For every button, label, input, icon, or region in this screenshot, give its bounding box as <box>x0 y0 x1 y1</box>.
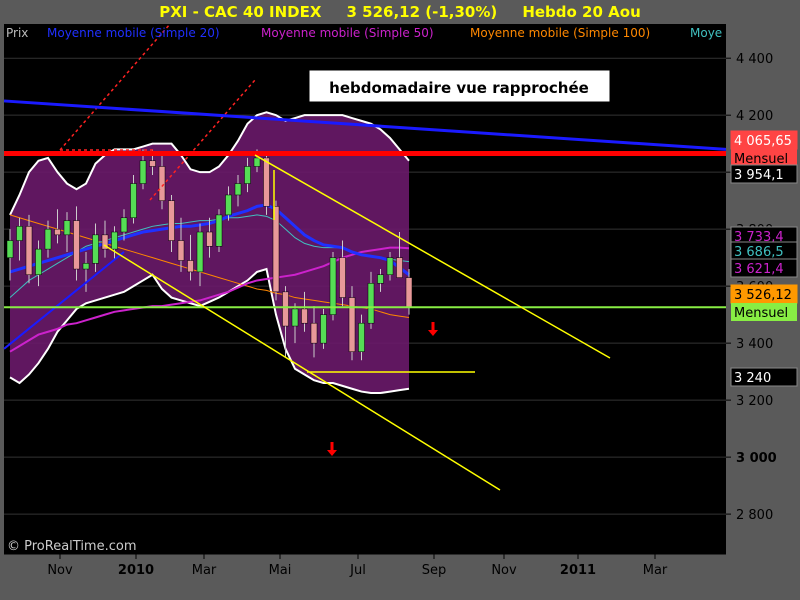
price-box-label-5: 3 526,12 <box>734 288 792 303</box>
candle-body-25 <box>244 166 251 184</box>
candle-body-30 <box>291 308 299 327</box>
candle-body-6 <box>63 220 71 236</box>
candle-body-1 <box>16 226 23 241</box>
y-tick-label-4200: 4 200 <box>736 109 773 124</box>
candle-body-35 <box>339 257 346 298</box>
legend-ma100: Moyenne mobile (Simple 100) <box>470 26 650 40</box>
candle-33 <box>320 308 327 349</box>
candle-body-4 <box>44 228 52 250</box>
price-box-label-3: 3 686,5 <box>734 245 784 260</box>
candle-body-11 <box>111 231 118 250</box>
candle-body-34 <box>329 257 337 315</box>
x-tick-label-6: Nov <box>491 563 517 578</box>
candle-body-36 <box>348 297 356 352</box>
price-box-4: 3 621,4 <box>730 258 798 278</box>
legend-more: Moye <box>690 26 722 40</box>
price-box-1: 3 954,1 <box>730 164 798 184</box>
candle-body-40 <box>386 257 394 276</box>
watermark: © ProRealTime.com <box>7 539 137 554</box>
candle-body-29 <box>282 291 289 327</box>
candle-body-16 <box>158 166 166 201</box>
y-tick-label-3000: 3 000 <box>736 451 777 466</box>
candle-body-18 <box>177 240 185 261</box>
candle-body-7 <box>73 220 80 270</box>
x-tick-label-4: Jul <box>349 563 366 578</box>
candle-body-27 <box>263 157 270 207</box>
candle-body-17 <box>168 200 175 241</box>
y-tick-label-4400: 4 400 <box>736 52 773 67</box>
candle-body-33 <box>320 314 327 344</box>
candle-body-14 <box>139 160 147 184</box>
price-box-label-0: 4 065,65 <box>734 134 792 149</box>
legend-prix: Prix <box>6 26 28 40</box>
x-tick-label-2: Mar <box>192 563 217 578</box>
x-tick-label-7: 2011 <box>560 563 596 578</box>
y-tick-label-2800: 2 800 <box>736 508 773 523</box>
candle-body-26 <box>253 157 261 167</box>
x-tick-label-0: Nov <box>47 563 73 578</box>
legend-ma20: Moyenne mobile (Simple 20) <box>47 26 220 40</box>
candle-body-24 <box>234 183 242 196</box>
candle-body-0 <box>6 240 14 258</box>
candle-body-19 <box>187 260 194 273</box>
candle-body-20 <box>196 231 204 273</box>
candle-body-15 <box>149 160 156 167</box>
price-box-sub-5: Mensuel <box>734 306 788 321</box>
x-axis: Nov 2010 Mar Mai Jul Sep Nov 2011 Mar <box>0 553 800 600</box>
candle-34 <box>329 251 337 321</box>
candle-body-31 <box>301 308 308 324</box>
price-box-6: 3 240 <box>730 367 798 387</box>
legend: Prix Moyenne mobile (Simple 20) Moyenne … <box>6 26 722 40</box>
candle-body-42 <box>405 277 413 308</box>
candle-body-41 <box>396 257 403 278</box>
candle-body-21 <box>206 231 213 247</box>
price-box-label-6: 3 240 <box>734 371 771 386</box>
candle-body-39 <box>377 274 384 284</box>
price-box-5: 3 526,12 Mensuel <box>730 284 798 321</box>
price-box-label-1: 3 954,1 <box>734 168 784 183</box>
candle-body-13 <box>130 183 137 219</box>
candle-body-3 <box>35 248 42 276</box>
price-chart[interactable]: Prix Moyenne mobile (Simple 20) Moyenne … <box>0 0 800 600</box>
candle-body-32 <box>310 322 318 344</box>
candle-body-38 <box>367 283 375 324</box>
candle-body-23 <box>225 194 232 216</box>
candle-body-37 <box>358 322 365 352</box>
candle-body-22 <box>215 214 223 247</box>
candle-body-5 <box>54 228 61 236</box>
y-tick-label-3200: 3 200 <box>736 394 773 409</box>
price-box-0: 4 065,65Mensuel <box>730 130 798 167</box>
candle-body-12 <box>120 217 128 233</box>
x-tick-label-5: Sep <box>422 563 447 578</box>
candle-body-2 <box>25 226 33 276</box>
legend-ma50: Moyenne mobile (Simple 50) <box>261 26 434 40</box>
annotation-box: hebdomadaire vue rapprochée <box>308 69 611 103</box>
price-box-label-4: 3 621,4 <box>734 262 784 277</box>
annotation-text: hebdomadaire vue rapprochée <box>329 79 589 97</box>
price-box-3: 3 686,5 <box>730 241 798 261</box>
candle-body-8 <box>82 263 90 270</box>
x-tick-label-1: 2010 <box>118 563 154 578</box>
y-tick-label-3400: 3 400 <box>736 337 773 352</box>
candle-22 <box>215 209 223 252</box>
candle-body-9 <box>92 234 99 264</box>
x-tick-label-8: Mar <box>643 563 668 578</box>
x-tick-label-3: Mai <box>269 563 292 578</box>
